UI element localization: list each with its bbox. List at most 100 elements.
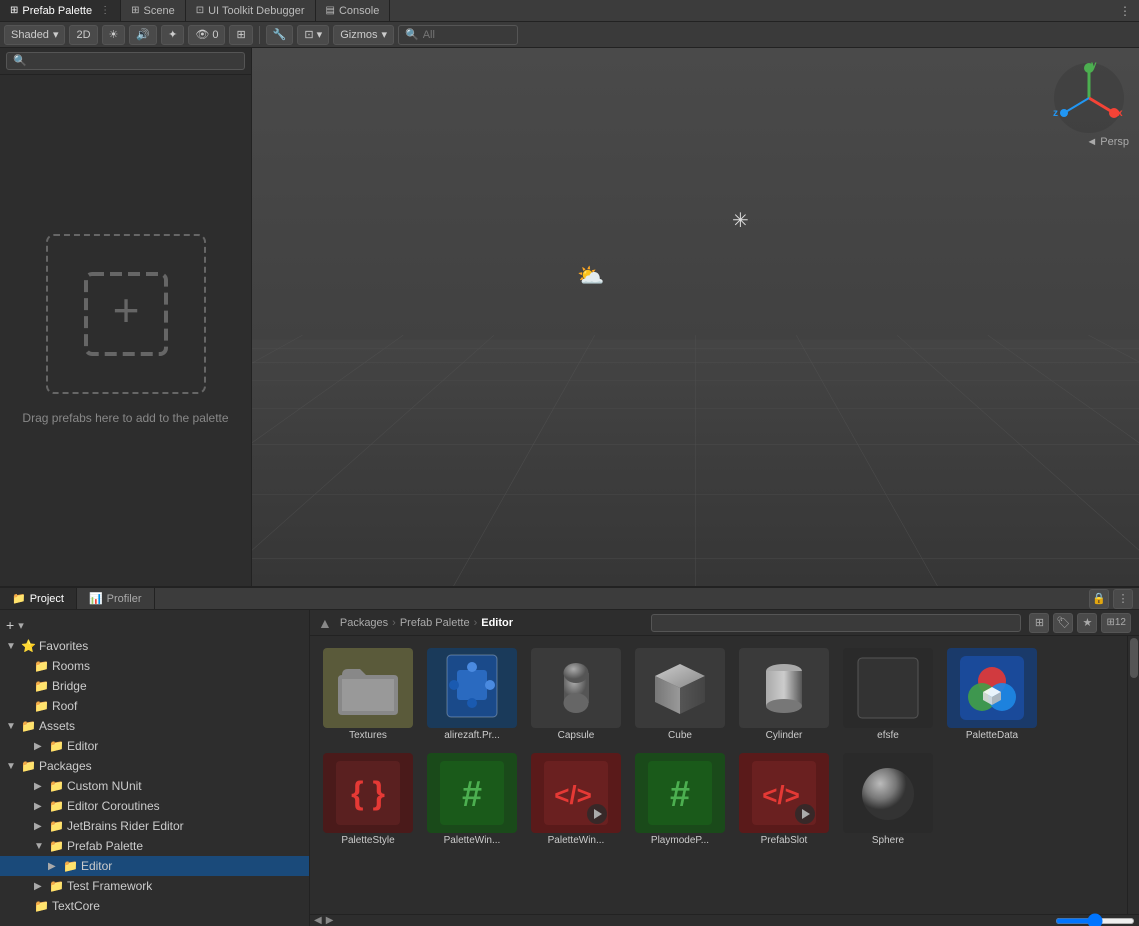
file-item-capsule[interactable]: Capsule xyxy=(526,644,626,745)
tree-scroll-up-icon[interactable]: ▲ xyxy=(318,615,332,631)
scroll-thumb[interactable] xyxy=(1130,638,1138,678)
tree-item-favorites[interactable]: ▼ ⭐ Favorites xyxy=(0,636,309,656)
palette-drop-zone[interactable]: + Drag prefabs here to add to the palett… xyxy=(0,75,251,586)
textures-folder-icon xyxy=(323,648,413,728)
project-search-input[interactable] xyxy=(651,614,1021,632)
tools-button[interactable]: 🔧 xyxy=(266,25,294,45)
tree-item-assets[interactable]: ▼ 📁 Assets xyxy=(0,716,309,736)
tree-item-jetbrains[interactable]: ▶ 📁 JetBrains Rider Editor xyxy=(0,816,309,836)
palette-search-area xyxy=(0,48,251,75)
more-button[interactable]: ⋮ xyxy=(1113,589,1133,609)
lock-button[interactable]: 🔒 xyxy=(1089,589,1109,609)
tab-project[interactable]: 📁 Project xyxy=(0,588,77,609)
filter-label-icon[interactable]: 🏷 xyxy=(1053,613,1073,633)
file-item-playmode[interactable]: # PlaymodeP... xyxy=(630,749,730,850)
tab-ui-toolkit[interactable]: ⊡ UI Toolkit Debugger xyxy=(186,0,316,21)
2d-button[interactable]: 2D xyxy=(69,25,97,45)
tree-item-custom-nunit[interactable]: ▶ 📁 Custom NUnit xyxy=(0,776,309,796)
favorites-star-icon: ⭐ xyxy=(21,639,36,653)
visibility-button[interactable]: 👁 0 xyxy=(188,25,225,45)
prefab-palette-menu[interactable]: ⋮ xyxy=(100,5,110,16)
scroll-right-btn[interactable]: ▶ xyxy=(326,915,334,926)
add-button[interactable]: + xyxy=(6,617,14,633)
tree-item-editor-coroutines[interactable]: ▶ 📁 Editor Coroutines xyxy=(0,796,309,816)
bottom-panel: 📁 Project 📊 Profiler 🔒 ⋮ + ▾ ▼ ⭐ Favorit… xyxy=(0,586,1139,926)
tree-item-prefab-editor[interactable]: ▶ 📁 Editor xyxy=(0,856,309,876)
tab-prefab-palette[interactable]: ⊞ Prefab Palette ⋮ xyxy=(0,0,121,21)
editor-folder-icon: 📁 xyxy=(49,739,64,753)
prefab-editor-arrow-icon: ▶ xyxy=(48,861,60,872)
lighting-button[interactable]: ☀ xyxy=(102,25,126,45)
tab-profiler[interactable]: 📊 Profiler xyxy=(77,588,155,609)
palette-data-icon xyxy=(947,648,1037,728)
file-item-efsfe[interactable]: efsfe xyxy=(838,644,938,745)
tree-item-roof[interactable]: 📁 Roof xyxy=(0,696,309,716)
file-item-palette-win-1[interactable]: # PaletteWin... xyxy=(422,749,522,850)
scene-icon: ⊞ xyxy=(131,5,139,16)
breadcrumb-packages[interactable]: Packages xyxy=(340,617,388,629)
file-label-prefab-slot: PrefabSlot xyxy=(761,835,808,846)
cloud-icon: ⛅ xyxy=(577,263,604,289)
file-item-palette-win-2[interactable]: </> PaletteWin... xyxy=(526,749,626,850)
tree-item-rooms[interactable]: 📁 Rooms xyxy=(0,656,309,676)
file-label-palette-win-1: PaletteWin... xyxy=(444,835,501,846)
scene-search-input[interactable] xyxy=(423,29,503,41)
tree-item-textcore[interactable]: 📁 TextCore xyxy=(0,896,309,916)
tab-more-button[interactable]: ⋮ xyxy=(1111,0,1139,21)
file-item-cylinder[interactable]: Cylinder xyxy=(734,644,834,745)
file-item-prefab-slot[interactable]: </> PrefabSlot xyxy=(734,749,834,850)
project-search-bar xyxy=(651,614,1021,632)
rooms-folder-icon: 📁 xyxy=(34,659,49,673)
file-label-palette-win-2: PaletteWin... xyxy=(548,835,605,846)
tree-item-bridge[interactable]: 📁 Bridge xyxy=(0,676,309,696)
filter-star-icon[interactable]: ★ xyxy=(1077,613,1097,633)
zoom-slider[interactable] xyxy=(1055,918,1135,924)
breadcrumb-editor[interactable]: Editor xyxy=(481,617,513,629)
file-item-palette-data[interactable]: PaletteData xyxy=(942,644,1042,745)
display-dropdown[interactable]: ⊡ ▾ xyxy=(297,25,329,45)
sun-icon: ✳ xyxy=(732,208,749,233)
tree-item-editor[interactable]: ▶ 📁 Editor xyxy=(0,736,309,756)
svg-text:y: y xyxy=(1091,60,1097,71)
file-label-sphere: Sphere xyxy=(872,835,904,846)
dropdown-button[interactable]: ▾ xyxy=(18,619,24,632)
prefab-editor-folder-icon: 📁 xyxy=(63,859,78,873)
filter-type-icon[interactable]: ⊞ xyxy=(1029,613,1049,633)
bottom-panel-row: + ▾ ▼ ⭐ Favorites 📁 Rooms 📁 Bridge 📁 Roo… xyxy=(0,610,1139,926)
palette-win1-icon: # xyxy=(427,753,517,833)
shaded-dropdown[interactable]: Shaded ▾ xyxy=(4,25,65,45)
scene-viewport[interactable]: ✳ ⛅ y x z xyxy=(252,48,1139,586)
jetbrains-folder-icon: 📁 xyxy=(49,819,64,833)
prefab-palette-folder-icon: 📁 xyxy=(49,839,64,853)
gizmos-dropdown[interactable]: Gizmos ▾ xyxy=(333,25,394,45)
test-framework-folder-icon: 📁 xyxy=(49,879,64,893)
right-scrollbar[interactable] xyxy=(1127,636,1139,914)
file-item-sphere[interactable]: Sphere xyxy=(838,749,938,850)
tab-scene[interactable]: ⊞ Scene xyxy=(121,0,186,21)
file-item-palette-style[interactable]: { } PaletteStyle xyxy=(318,749,418,850)
tree-item-prefab-palette[interactable]: ▼ 📁 Prefab Palette xyxy=(0,836,309,856)
scene-search-bar[interactable]: 🔍 xyxy=(398,25,518,45)
bottom-tab-bar: 📁 Project 📊 Profiler 🔒 ⋮ xyxy=(0,588,1139,610)
scene-toolbar: Shaded ▾ 2D ☀ 🔊 ✦ 👁 0 ⊞ 🔧 ⊡ ▾ Gizmos ▾ 🔍 xyxy=(0,22,1139,48)
tab-console[interactable]: ▤ Console xyxy=(316,0,391,21)
prefab-palette-icon: ⊞ xyxy=(10,5,18,16)
tree-item-packages[interactable]: ▼ 📁 Packages xyxy=(0,756,309,776)
tree-item-test-framework[interactable]: ▶ 📁 Test Framework xyxy=(0,876,309,896)
editor-arrow-icon: ▶ xyxy=(34,741,46,752)
palette-search-input[interactable] xyxy=(6,52,245,70)
test-framework-arrow-icon: ▶ xyxy=(34,881,46,892)
scene-gizmo[interactable]: y x z xyxy=(1049,58,1129,138)
audio-button[interactable]: 🔊 xyxy=(129,25,157,45)
scroll-left-btn[interactable]: ◀ xyxy=(314,915,322,926)
breadcrumb-prefab-palette[interactable]: Prefab Palette xyxy=(400,617,470,629)
grid-button[interactable]: ⊞ xyxy=(229,25,252,45)
file-item-cube[interactable]: Cube xyxy=(630,644,730,745)
file-label-palette-style: PaletteStyle xyxy=(341,835,394,846)
file-item-textures[interactable]: Textures xyxy=(318,644,418,745)
file-item-alirezaft[interactable]: alirezaft.Pr... xyxy=(422,644,522,745)
assets-arrow-icon: ▼ xyxy=(6,721,18,732)
breadcrumb-sep-1: › xyxy=(392,617,396,629)
fx-button[interactable]: ✦ xyxy=(161,25,184,45)
sphere-icon xyxy=(843,753,933,833)
